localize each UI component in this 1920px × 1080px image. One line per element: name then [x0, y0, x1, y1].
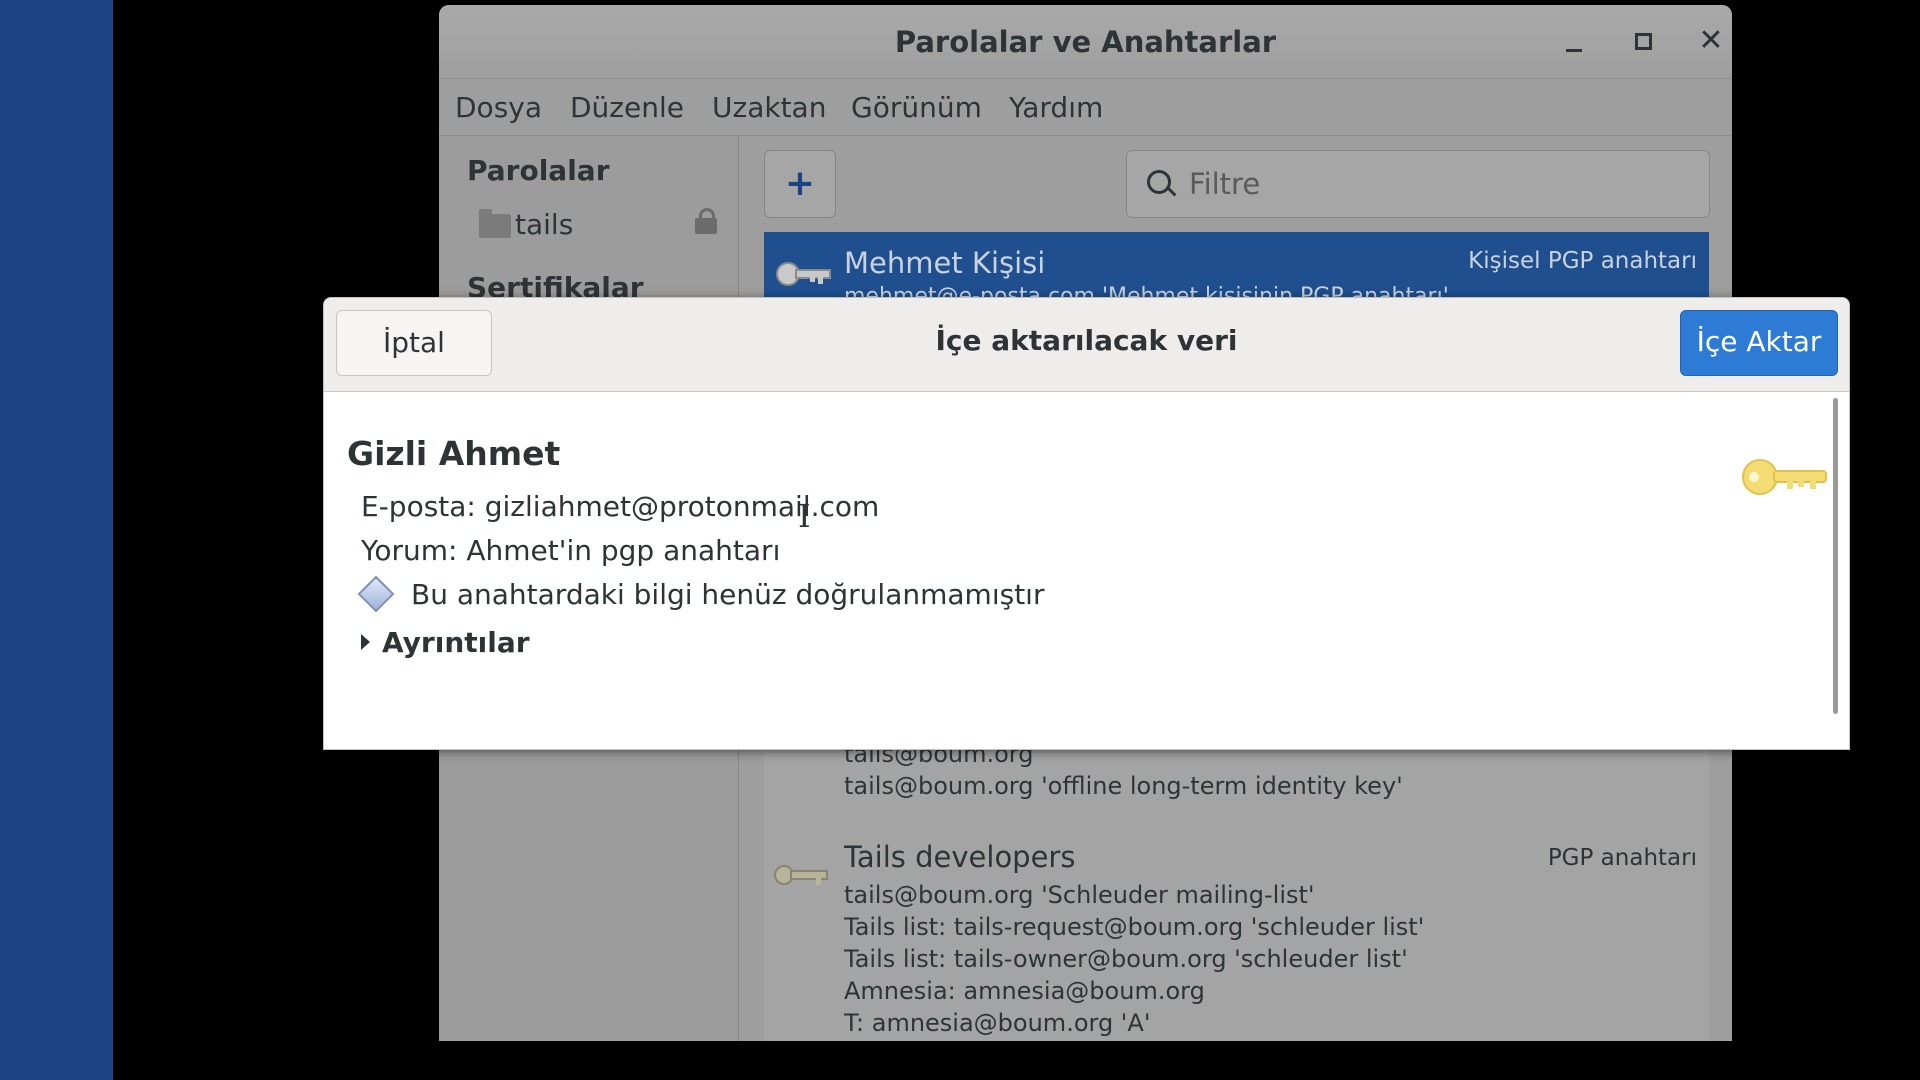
menu-gorunum[interactable]: Görünüm [851, 91, 982, 124]
window-title: Parolalar ve Anahtarlar [894, 25, 1277, 59]
menu-yardim[interactable]: Yardım [1009, 91, 1103, 124]
lock-icon [695, 208, 717, 234]
sidebar-heading-passwords: Parolalar [467, 154, 610, 187]
title-bar[interactable]: Parolalar ve Anahtarlar ✕ [439, 5, 1732, 79]
text-cursor-icon: I [798, 497, 811, 535]
maximize-icon [1635, 33, 1652, 50]
list-item-type: Kişisel PGP anahtarı [1468, 248, 1697, 274]
key-icon [774, 865, 828, 885]
minimize-button[interactable] [1556, 23, 1592, 59]
key-icon [1742, 459, 1827, 495]
list-item-line: tails@boum.org 'offline long-term identi… [844, 772, 1403, 800]
list-item-line: Tails list: tails-owner@boum.org 'schleu… [844, 945, 1408, 973]
dialog-content: Gizli Ahmet E-posta: gizliahmet@protonma… [327, 394, 1842, 742]
close-button[interactable]: ✕ [1693, 23, 1729, 59]
menu-uzaktan[interactable]: Uzaktan [712, 91, 826, 124]
verification-status: Bu anahtardaki bilgi henüz doğrulanmamış… [411, 578, 1045, 611]
list-item-line: T: amnesia@boum.org 'A' [844, 1009, 1151, 1037]
menu-bar: Dosya Düzenle Uzaktan Görünüm Yardım [439, 79, 1732, 136]
add-button[interactable]: + [764, 150, 836, 218]
folder-icon [479, 209, 511, 238]
sidebar-item-tails[interactable]: tails [515, 208, 573, 241]
key-comment: Yorum: Ahmet'in pgp anahtarı [361, 534, 781, 567]
list-item-type: PGP anahtarı [1547, 845, 1697, 871]
list-item-selected[interactable]: Mehmet Kişisi Kişisel PGP anahtarı mehme… [764, 232, 1709, 309]
desktop-edge [0, 0, 113, 1080]
menu-duzenle[interactable]: Düzenle [570, 91, 684, 124]
filter-input[interactable] [1187, 163, 1691, 205]
dialog-scrollbar[interactable] [1833, 398, 1838, 714]
minimize-icon [1566, 49, 1582, 52]
list-item-line: Tails list: tails-request@boum.org 'schl… [844, 913, 1425, 941]
unverified-icon [357, 575, 395, 613]
maximize-button[interactable] [1624, 23, 1660, 59]
import-button[interactable]: İçe Aktar [1680, 310, 1838, 376]
dialog-title: İçe aktarılacak veri [935, 324, 1238, 357]
close-icon: ✕ [1698, 23, 1724, 58]
list-item-line: Amnesia: amnesia@boum.org [844, 977, 1205, 1005]
list-item-line: tails@boum.org 'Schleuder mailing-list' [844, 881, 1315, 909]
key-name: Gizli Ahmet [347, 434, 561, 473]
expander-arrow-icon [361, 634, 370, 650]
list-item-name: Tails developers [844, 840, 1076, 874]
list-item-name: Mehmet Kişisi [844, 246, 1046, 280]
details-expander[interactable]: Ayrıntılar [361, 626, 530, 659]
filter-field[interactable] [1126, 150, 1710, 218]
dialog-header: İptal İçe aktarılacak veri İçe Aktar [324, 298, 1849, 392]
import-dialog: İptal İçe aktarılacak veri İçe Aktar Giz… [323, 297, 1850, 750]
search-icon [1147, 170, 1171, 194]
keys-icon [776, 262, 831, 286]
menu-dosya[interactable]: Dosya [455, 91, 542, 124]
details-label: Ayrıntılar [382, 626, 530, 659]
